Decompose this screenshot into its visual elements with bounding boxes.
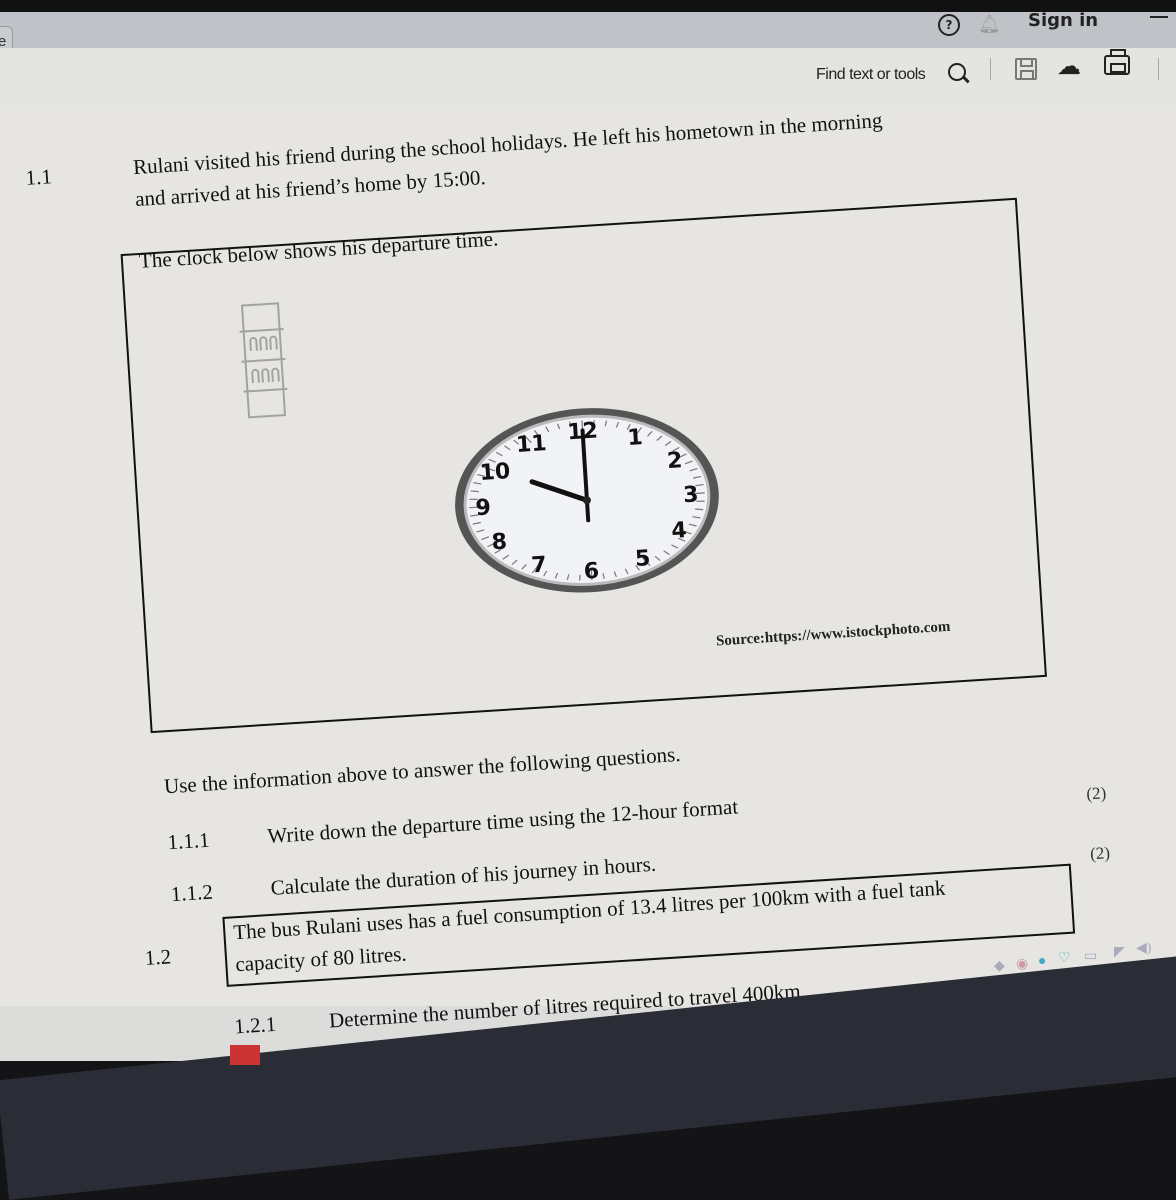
clock-numeral: 5 xyxy=(634,546,651,572)
dropbox-icon[interactable]: ◆ xyxy=(994,958,1005,975)
clock-numeral: 1 xyxy=(627,425,644,451)
question-number: 1.1 xyxy=(24,164,53,190)
tower-watermark-icon xyxy=(239,302,288,419)
clock-numeral: 4 xyxy=(671,518,688,544)
help-icon[interactable]: ? xyxy=(938,14,960,36)
battery-icon[interactable]: ▭ xyxy=(1084,948,1097,965)
shield-icon[interactable]: ♡ xyxy=(1058,950,1071,967)
sign-in-button[interactable]: Sign in xyxy=(1028,10,1098,31)
minimize-icon[interactable] xyxy=(1150,16,1168,18)
clock-numeral: 6 xyxy=(583,559,600,585)
wifi-icon[interactable]: ◤ xyxy=(1114,944,1125,961)
screen: e ? 🔔︎ Sign in Find text or tools ☁︎ 1.1… xyxy=(0,0,1176,1200)
pdf-app-taskbar-icon[interactable] xyxy=(230,1045,260,1065)
title-bar: e ? 🔔︎ Sign in xyxy=(0,0,1176,58)
q111-number: 1.1.1 xyxy=(166,827,211,855)
bell-icon[interactable]: 🔔︎ xyxy=(978,14,1001,35)
clock-numeral: 3 xyxy=(682,482,699,508)
q112-marks: (2) xyxy=(1089,843,1111,864)
clock-numeral: 9 xyxy=(475,495,492,521)
q111-text: Write down the departure time using the … xyxy=(266,794,739,849)
clock-numeral: 11 xyxy=(515,431,547,458)
clock-numeral: 2 xyxy=(666,448,683,474)
clock-numeral: 10 xyxy=(479,459,511,486)
volume-icon[interactable]: ◀) xyxy=(1136,940,1151,957)
clock-numeral: 7 xyxy=(531,553,548,579)
instruction: Use the information above to answer the … xyxy=(163,741,682,799)
q112-number: 1.1.2 xyxy=(170,879,214,907)
clock-numeral: 8 xyxy=(491,529,508,555)
q121-number: 1.2.1 xyxy=(233,1011,277,1039)
analog-clock: 121234567891011 xyxy=(455,408,719,593)
document-view: 1.1 Rulani visited his friend during the… xyxy=(0,106,1176,1098)
bluetooth-icon[interactable]: ● xyxy=(1038,954,1046,970)
q111-marks: (2) xyxy=(1085,783,1107,804)
app-icon[interactable]: ◉ xyxy=(1016,956,1028,973)
q12-number: 1.2 xyxy=(144,944,172,970)
document-page: 1.1 Rulani visited his friend during the… xyxy=(0,37,1176,1110)
q1-text-line1: Rulani visited his friend during the sch… xyxy=(132,108,884,180)
